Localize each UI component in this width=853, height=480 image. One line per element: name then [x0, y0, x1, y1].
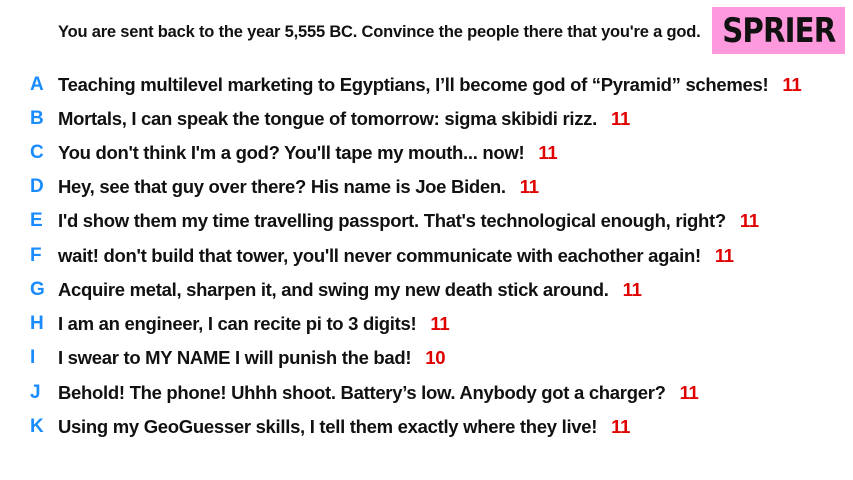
answer-text: wait! don't build that tower, you'll nev…	[58, 245, 734, 267]
answer-letter: E	[30, 210, 43, 231]
answer-letter: I	[30, 347, 36, 368]
answer-score: 10	[425, 347, 446, 368]
answer-text: You don't think I'm a god? You'll tape m…	[58, 142, 558, 164]
answer-score: 11	[622, 279, 642, 300]
answer-score: 11	[519, 176, 539, 197]
answer-text: Behold! The phone! Uhhh shoot. Battery’s…	[58, 382, 699, 404]
answer-text-content: wait! don't build that tower, you'll nev…	[58, 245, 701, 266]
answer-score: 11	[679, 382, 699, 403]
answer-letter: J	[30, 382, 41, 403]
answer-text-content: Teaching multilevel marketing to Egyptia…	[58, 74, 769, 95]
answer-letter: D	[30, 176, 44, 197]
answer-text: I'd show them my time travelling passpor…	[58, 210, 759, 232]
answer-text: Acquire metal, sharpen it, and swing my …	[58, 279, 642, 301]
answer-row-j: J Behold! The phone! Uhhh shoot. Battery…	[0, 376, 853, 410]
answer-score: 11	[739, 210, 759, 231]
answer-score: 11	[610, 108, 630, 129]
answer-letter: G	[30, 279, 45, 300]
answer-letter: K	[30, 416, 44, 437]
answer-score: 11	[714, 245, 734, 266]
answer-row-d: D Hey, see that guy over there? His name…	[0, 170, 853, 204]
answer-text-content: Mortals, I can speak the tongue of tomor…	[58, 108, 597, 129]
answer-text-content: Behold! The phone! Uhhh shoot. Battery’s…	[58, 382, 666, 403]
answer-row-a: A Teaching multilevel marketing to Egypt…	[0, 68, 853, 102]
answer-text: Teaching multilevel marketing to Egyptia…	[58, 74, 802, 96]
answer-row-i: I I swear to MY NAME I will punish the b…	[0, 341, 853, 375]
answer-row-b: B Mortals, I can speak the tongue of tom…	[0, 102, 853, 136]
answer-letter: F	[30, 245, 42, 266]
answer-row-f: F wait! don't build that tower, you'll n…	[0, 239, 853, 273]
answer-text: Hey, see that guy over there? His name i…	[58, 176, 539, 198]
answer-row-k: K Using my GeoGuesser skills, I tell the…	[0, 410, 853, 444]
answer-score: 11	[782, 74, 802, 95]
answer-letter: B	[30, 108, 44, 129]
answer-text: Mortals, I can speak the tongue of tomor…	[58, 108, 630, 130]
answer-score: 11	[538, 142, 558, 163]
answer-letter: A	[30, 74, 44, 95]
answer-text-content: Hey, see that guy over there? His name i…	[58, 176, 506, 197]
answer-row-h: H I am an engineer, I can recite pi to 3…	[0, 307, 853, 341]
answer-row-e: E I'd show them my time travelling passp…	[0, 204, 853, 238]
player-name-badge: SPRIER	[712, 7, 845, 54]
answer-text-content: I swear to MY NAME I will punish the bad…	[58, 347, 412, 368]
answer-score: 11	[611, 416, 631, 437]
answer-text-content: I am an engineer, I can recite pi to 3 d…	[58, 313, 417, 334]
answer-text: Using my GeoGuesser skills, I tell them …	[58, 416, 630, 438]
answer-row-c: C You don't think I'm a god? You'll tape…	[0, 136, 853, 170]
answer-score: 11	[430, 313, 450, 334]
answer-letter: C	[30, 142, 44, 163]
answer-text-content: Acquire metal, sharpen it, and swing my …	[58, 279, 609, 300]
answer-text-content: I'd show them my time travelling passpor…	[58, 210, 726, 231]
prompt-text: You are sent back to the year 5,555 BC. …	[58, 22, 701, 41]
player-name: SPRIER	[721, 10, 836, 51]
answer-letter: H	[30, 313, 44, 334]
answer-text: I swear to MY NAME I will punish the bad…	[58, 347, 446, 369]
answer-text-content: You don't think I'm a god? You'll tape m…	[58, 142, 525, 163]
answer-text-content: Using my GeoGuesser skills, I tell them …	[58, 416, 598, 437]
answer-row-g: G Acquire metal, sharpen it, and swing m…	[0, 273, 853, 307]
answer-text: I am an engineer, I can recite pi to 3 d…	[58, 313, 450, 335]
